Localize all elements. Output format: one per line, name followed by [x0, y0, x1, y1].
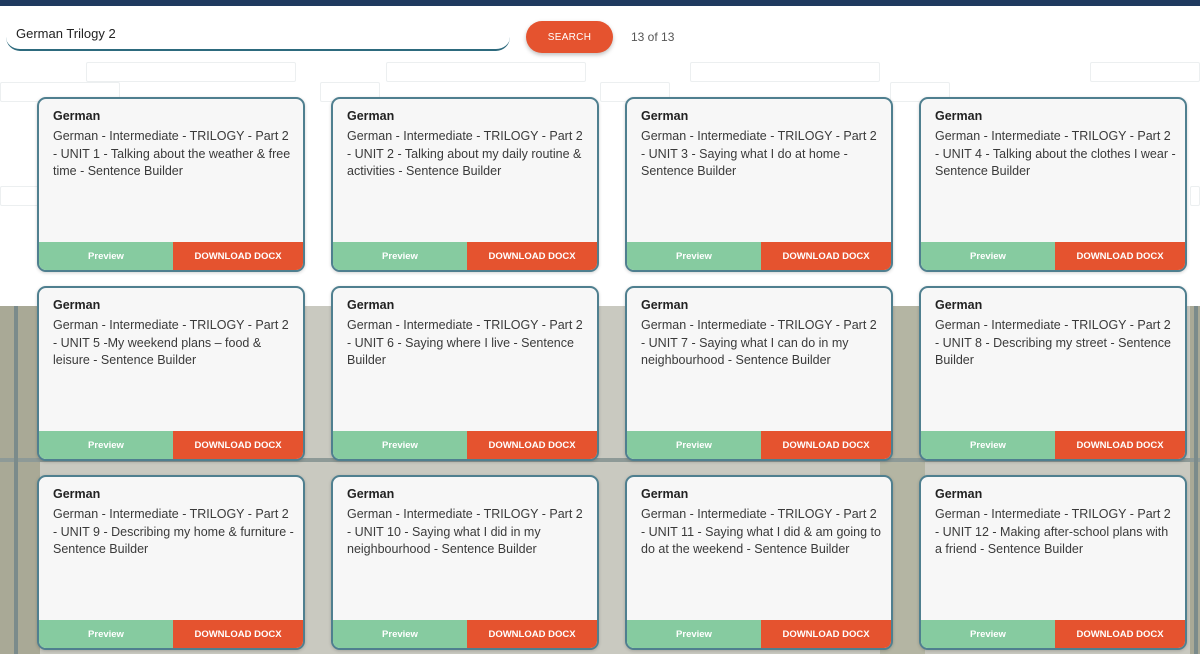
- search-input[interactable]: [6, 18, 510, 51]
- download-docx-button[interactable]: DOWNLOAD DOCX: [467, 431, 597, 459]
- preview-button[interactable]: Preview: [39, 431, 173, 459]
- download-docx-button[interactable]: DOWNLOAD DOCX: [761, 242, 891, 270]
- card-title: German: [935, 298, 983, 312]
- card-description: German - Intermediate - TRILOGY - Part 2…: [53, 318, 289, 367]
- resource-card: German German - Intermediate - TRILOGY -…: [331, 475, 599, 650]
- preview-button[interactable]: Preview: [921, 620, 1055, 648]
- download-docx-button[interactable]: DOWNLOAD DOCX: [1055, 620, 1185, 648]
- card-description: German - Intermediate - TRILOGY - Part 2…: [347, 507, 583, 556]
- resource-card: German German - Intermediate - TRILOGY -…: [625, 475, 893, 650]
- download-docx-button[interactable]: DOWNLOAD DOCX: [1055, 431, 1185, 459]
- card-description: German - Intermediate - TRILOGY - Part 2…: [641, 507, 881, 556]
- resource-card: German German - Intermediate - TRILOGY -…: [331, 286, 599, 461]
- wall-brick: [690, 62, 880, 82]
- preview-button[interactable]: Preview: [627, 242, 761, 270]
- card-title: German: [641, 298, 689, 312]
- download-docx-button[interactable]: DOWNLOAD DOCX: [173, 620, 303, 648]
- card-description: German - Intermediate - TRILOGY - Part 2…: [347, 318, 583, 367]
- wall-brick: [1190, 186, 1200, 206]
- download-docx-button[interactable]: DOWNLOAD DOCX: [761, 431, 891, 459]
- download-docx-button[interactable]: DOWNLOAD DOCX: [173, 431, 303, 459]
- resource-card: German German - Intermediate - TRILOGY -…: [331, 97, 599, 272]
- search-button[interactable]: SEARCH: [526, 21, 613, 53]
- preview-button[interactable]: Preview: [921, 431, 1055, 459]
- card-description: German - Intermediate - TRILOGY - Part 2…: [53, 507, 294, 556]
- card-description: German - Intermediate - TRILOGY - Part 2…: [347, 129, 583, 178]
- card-title: German: [935, 487, 983, 501]
- card-description: German - Intermediate - TRILOGY - Part 2…: [935, 507, 1171, 556]
- preview-button[interactable]: Preview: [333, 620, 467, 648]
- resource-card: German German - Intermediate - TRILOGY -…: [37, 286, 305, 461]
- card-title: German: [53, 298, 101, 312]
- card-title: German: [53, 487, 101, 501]
- card-title: German: [641, 487, 689, 501]
- card-description: German - Intermediate - TRILOGY - Part 2…: [935, 318, 1171, 367]
- preview-button[interactable]: Preview: [39, 620, 173, 648]
- card-title: German: [347, 298, 395, 312]
- resource-card: German German - Intermediate - TRILOGY -…: [37, 97, 305, 272]
- download-docx-button[interactable]: DOWNLOAD DOCX: [467, 620, 597, 648]
- card-description: German - Intermediate - TRILOGY - Part 2…: [53, 129, 291, 178]
- card-description: German - Intermediate - TRILOGY - Part 2…: [935, 129, 1176, 178]
- download-docx-button[interactable]: DOWNLOAD DOCX: [761, 620, 891, 648]
- preview-button[interactable]: Preview: [627, 431, 761, 459]
- card-description: German - Intermediate - TRILOGY - Part 2…: [641, 318, 877, 367]
- background-panel: [0, 306, 40, 654]
- download-docx-button[interactable]: DOWNLOAD DOCX: [173, 242, 303, 270]
- wall-brick: [86, 62, 296, 82]
- card-title: German: [347, 487, 395, 501]
- card-title: German: [347, 109, 395, 123]
- resource-card: German German - Intermediate - TRILOGY -…: [625, 97, 893, 272]
- resource-card: German German - Intermediate - TRILOGY -…: [37, 475, 305, 650]
- download-docx-button[interactable]: DOWNLOAD DOCX: [1055, 242, 1185, 270]
- card-title: German: [53, 109, 101, 123]
- resource-card: German German - Intermediate - TRILOGY -…: [625, 286, 893, 461]
- wall-brick: [1090, 62, 1200, 82]
- result-count: 13 of 13: [631, 30, 675, 44]
- background-post: [14, 306, 18, 654]
- preview-button[interactable]: Preview: [333, 431, 467, 459]
- download-docx-button[interactable]: DOWNLOAD DOCX: [467, 242, 597, 270]
- wall-brick: [386, 62, 586, 82]
- preview-button[interactable]: Preview: [39, 242, 173, 270]
- preview-button[interactable]: Preview: [333, 242, 467, 270]
- background-post: [1194, 306, 1198, 654]
- resource-card: German German - Intermediate - TRILOGY -…: [919, 475, 1187, 650]
- card-description: German - Intermediate - TRILOGY - Part 2…: [641, 129, 877, 178]
- resource-card: German German - Intermediate - TRILOGY -…: [919, 286, 1187, 461]
- preview-button[interactable]: Preview: [627, 620, 761, 648]
- resource-card: German German - Intermediate - TRILOGY -…: [919, 97, 1187, 272]
- card-title: German: [641, 109, 689, 123]
- card-title: German: [935, 109, 983, 123]
- preview-button[interactable]: Preview: [921, 242, 1055, 270]
